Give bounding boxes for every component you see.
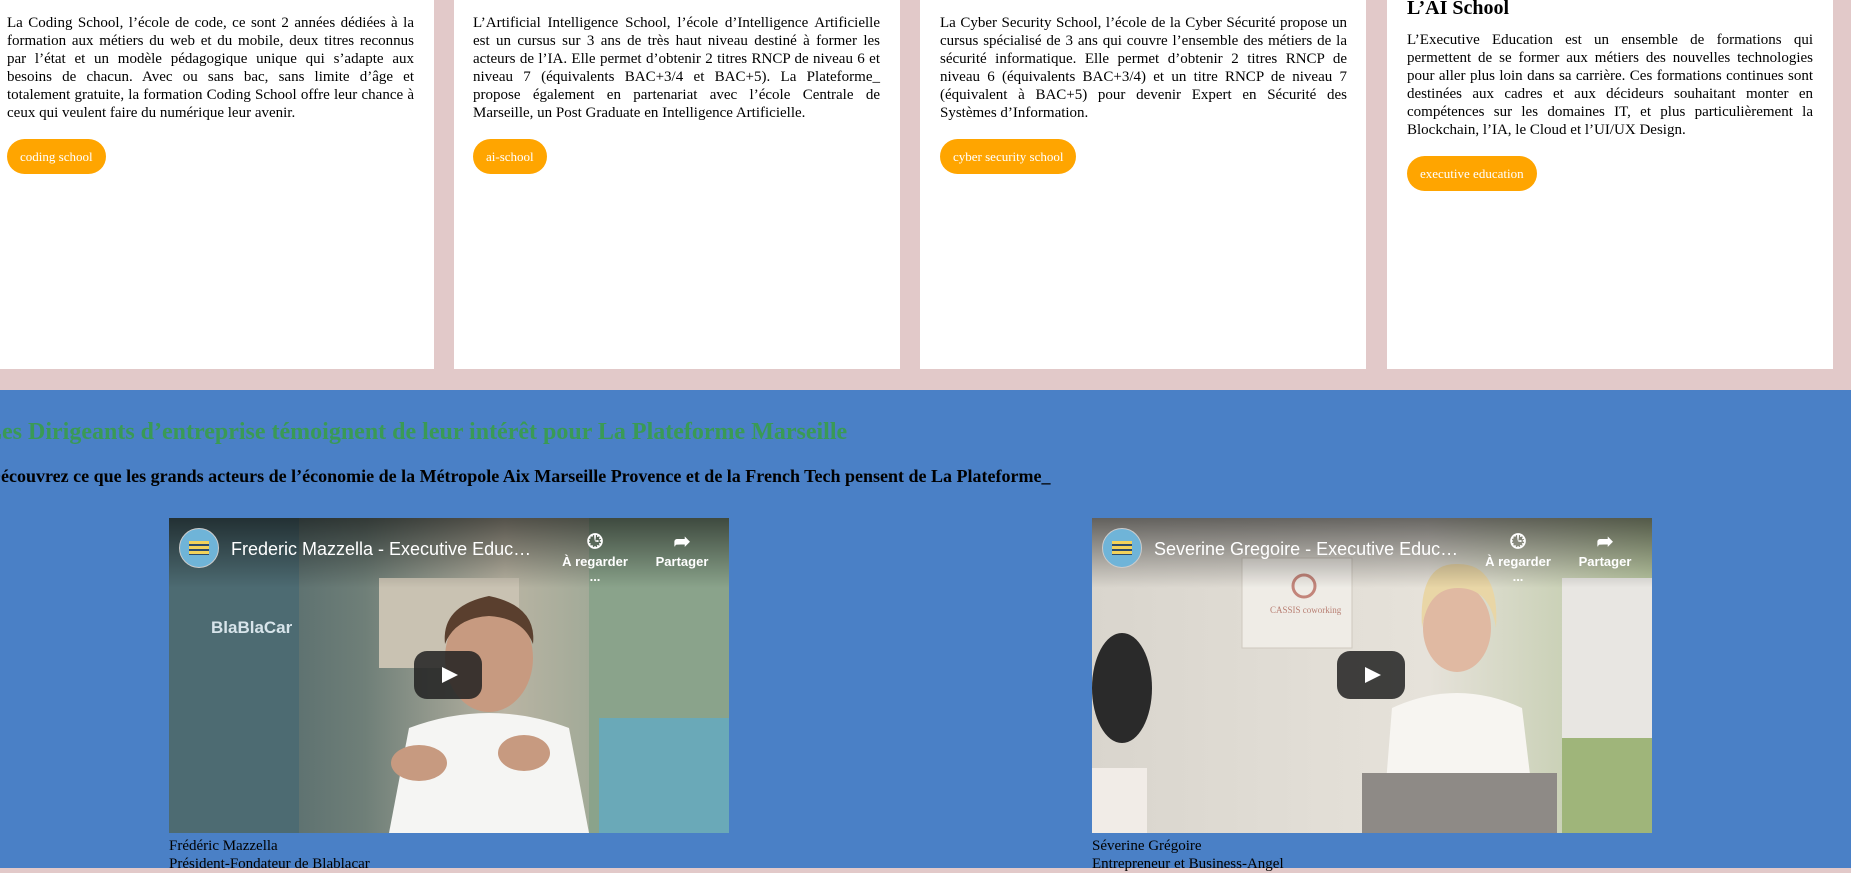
share-button[interactable]: ➦ Partager bbox=[647, 530, 717, 569]
school-card-cyber: La Cyber Security School, l’école de la … bbox=[920, 0, 1366, 369]
watch-later-button[interactable]: 🕒︎ À regarder ... bbox=[1478, 530, 1558, 584]
video-player-gregoire[interactable]: CASSIS coworking Severine Gregoire - Exe… bbox=[1092, 518, 1652, 833]
ai-school-button[interactable]: ai-school bbox=[473, 139, 547, 174]
play-icon[interactable] bbox=[1337, 651, 1405, 699]
video-player-mazzella[interactable]: BlaBlaCar Frederic Mazzella - Executive … bbox=[169, 518, 729, 833]
video-title[interactable]: Severine Gregoire - Executive Educati... bbox=[1154, 539, 1464, 560]
school-description: L’Artificial Intelligence School, l’écol… bbox=[473, 15, 880, 121]
person-role: Président-Fondateur de Blablacar bbox=[169, 856, 370, 872]
school-card-ai: L’Artificial Intelligence School, l’écol… bbox=[454, 0, 900, 369]
share-icon: ➦ bbox=[673, 531, 691, 553]
clock-icon: 🕒︎ bbox=[1510, 531, 1526, 553]
video-title[interactable]: Frederic Mazzella - Executive Educati... bbox=[231, 539, 541, 560]
school-description: La Coding School, l’école de code, ce so… bbox=[7, 15, 414, 121]
channel-avatar-icon[interactable] bbox=[1102, 528, 1142, 568]
schools-section: La Coding School, l’école de code, ce so… bbox=[0, 0, 1851, 390]
school-description: La Cyber Security School, l’école de la … bbox=[940, 15, 1347, 121]
watch-later-label: À regarder ... bbox=[562, 554, 628, 584]
person-name: Séverine Grégoire bbox=[1092, 838, 1202, 854]
school-card-executive: L’AI School L’Executive Education est un… bbox=[1387, 0, 1833, 369]
watch-later-label: À regarder ... bbox=[1485, 554, 1551, 584]
share-icon: ➦ bbox=[1596, 531, 1614, 553]
watch-later-button[interactable]: 🕒︎ À regarder ... bbox=[555, 530, 635, 584]
card-title: L’AI School bbox=[1407, 0, 1510, 19]
cyber-security-school-button[interactable]: cyber security school bbox=[940, 139, 1077, 174]
svg-text:BlaBlaCar: BlaBlaCar bbox=[211, 618, 293, 637]
clock-icon: 🕒︎ bbox=[587, 531, 603, 553]
share-label: Partager bbox=[1578, 554, 1632, 569]
share-button[interactable]: ➦ Partager bbox=[1570, 530, 1640, 569]
share-label: Partager bbox=[655, 554, 709, 569]
channel-avatar-icon[interactable] bbox=[179, 528, 219, 568]
school-description: L’Executive Education est un ensemble de… bbox=[1407, 32, 1813, 138]
person-role: Entrepreneur et Business-Angel bbox=[1092, 856, 1284, 872]
testimonials-subheading: Découvrez ce que les grands acteurs de l… bbox=[0, 466, 1051, 486]
testimonials-heading: Les Dirigeants d’entreprise témoignent d… bbox=[0, 419, 848, 445]
executive-education-button[interactable]: executive education bbox=[1407, 156, 1537, 191]
play-icon[interactable] bbox=[414, 651, 482, 699]
coding-school-button[interactable]: coding school bbox=[7, 139, 106, 174]
svg-text:CASSIS coworking: CASSIS coworking bbox=[1270, 605, 1342, 615]
testimonials-section: Les Dirigeants d’entreprise témoignent d… bbox=[0, 390, 1851, 872]
school-card-coding: La Coding School, l’école de code, ce so… bbox=[0, 0, 434, 369]
person-name: Frédéric Mazzella bbox=[169, 838, 278, 854]
